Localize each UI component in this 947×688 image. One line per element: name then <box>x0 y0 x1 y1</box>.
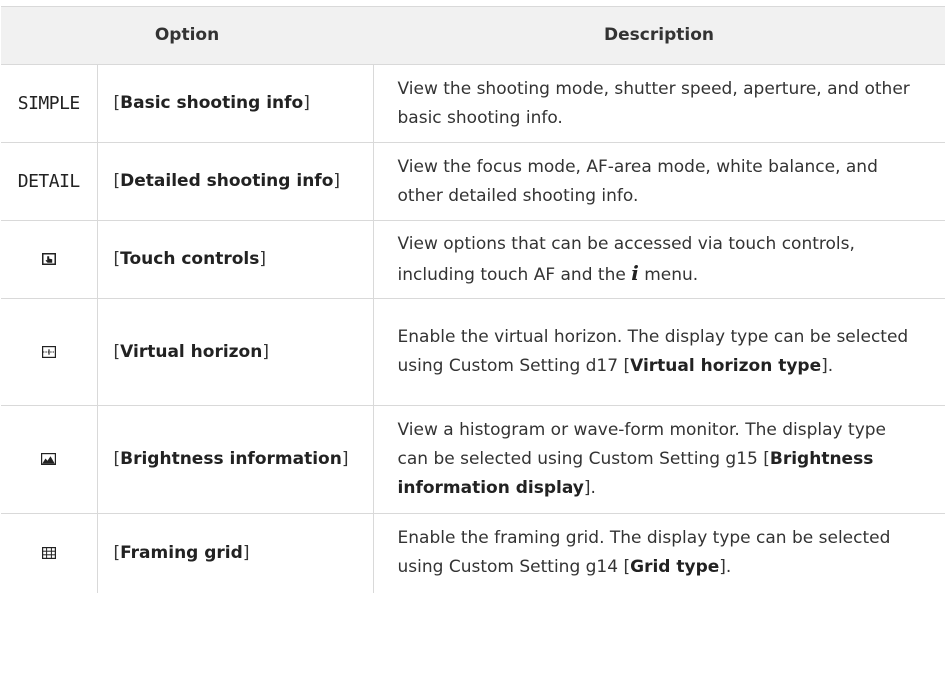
option-description: Enable the virtual horizon. The display … <box>373 298 946 406</box>
option-name-cell: [Basic shooting info] <box>96 64 374 143</box>
description-header: Description <box>373 6 946 65</box>
option-name-cell: [Framing grid] <box>96 513 374 593</box>
setting-name: Virtual horizon type <box>630 356 822 376</box>
simple-mode-label: SIMPLE <box>17 92 81 114</box>
brightness-icon <box>41 453 57 465</box>
option-icon-cell <box>1 405 97 514</box>
option-name: Brightness information <box>120 449 342 469</box>
option-name-cell: [Touch controls] <box>96 220 374 299</box>
option-name-cell: [Brightness information] <box>96 405 374 514</box>
grid-icon <box>41 546 56 559</box>
option-icon-cell: SIMPLE <box>1 64 97 143</box>
option-icon-cell <box>1 298 97 406</box>
option-name: Virtual horizon <box>120 341 263 362</box>
detail-mode-label: DETAIL <box>17 170 81 192</box>
table-row: SIMPLE [Basic shooting info] View the sh… <box>1 64 946 143</box>
option-icon-cell <box>1 220 97 299</box>
option-name: Framing grid <box>120 542 243 563</box>
i-menu-glyph: i <box>631 260 639 285</box>
option-name: Detailed shooting info <box>120 171 334 191</box>
options-table: Option Description SIMPLE [Basic shootin… <box>1 6 946 593</box>
touch-controls-icon <box>41 253 56 265</box>
option-name-cell: [Detailed shooting info] <box>96 142 374 221</box>
table-row: [Touch controls] View options that can b… <box>1 220 946 299</box>
setting-name: Grid type <box>630 557 720 578</box>
table-row: DETAIL [Detailed shooting info] View the… <box>1 142 946 221</box>
table-header-row: Option Description <box>1 6 946 65</box>
option-description: View the focus mode, AF-area mode, white… <box>373 142 946 221</box>
table-row: [Virtual horizon] Enable the virtual hor… <box>1 298 946 406</box>
option-name-cell: [Virtual horizon] <box>96 298 374 406</box>
option-icon-cell: DETAIL <box>1 142 97 221</box>
table-row: [Brightness information] View a histogra… <box>1 405 946 514</box>
option-description: Enable the framing grid. The display typ… <box>397 528 891 578</box>
virtual-horizon-icon <box>41 345 56 358</box>
option-name: Basic shooting info <box>120 93 304 113</box>
option-description: View the shooting mode, shutter speed, a… <box>373 64 946 143</box>
option-header: Option <box>1 6 374 65</box>
option-name: Touch controls <box>120 249 260 269</box>
option-description: View a histogram or wave-form monitor. T… <box>373 405 946 514</box>
option-icon-cell <box>1 514 97 593</box>
table-row: [Framing grid] Enable the framing grid. … <box>1 513 945 593</box>
option-description: View options that can be accessed via to… <box>373 220 946 299</box>
